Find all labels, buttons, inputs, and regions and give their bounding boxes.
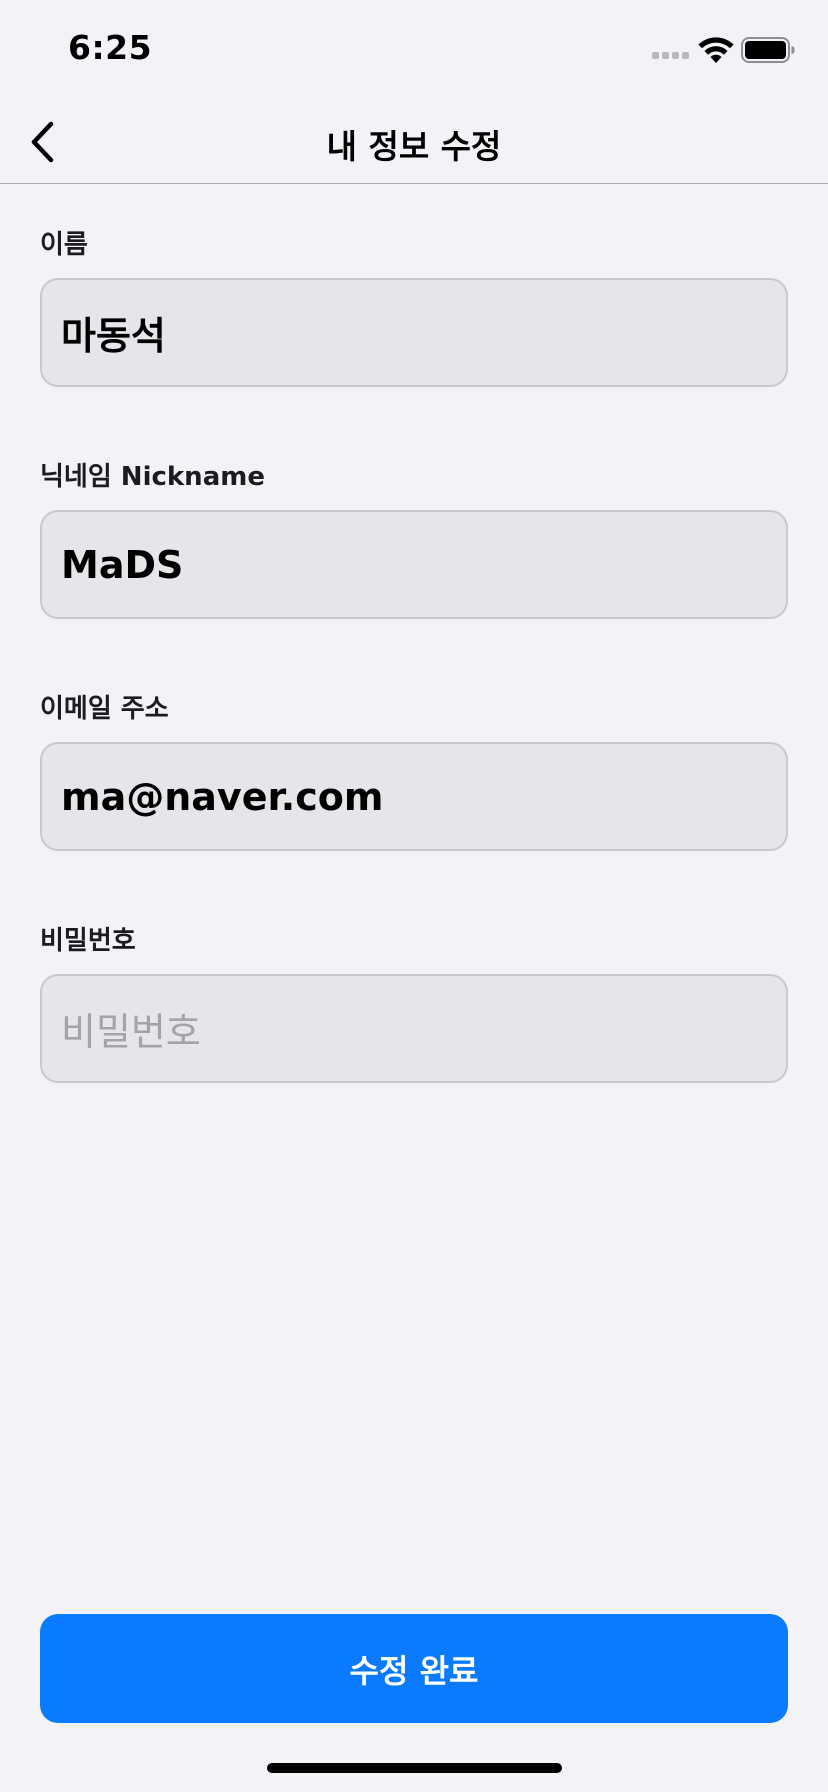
navigation-bar: 내 정보 수정 — [0, 100, 828, 184]
password-field[interactable]: 비밀번호 — [40, 974, 788, 1083]
nickname-field[interactable]: MaDS — [40, 510, 788, 619]
wifi-icon — [698, 37, 734, 63]
battery-icon — [741, 37, 795, 63]
status-bar: 6:25 — [0, 0, 828, 100]
status-time: 6:25 — [68, 28, 153, 67]
email-label: 이메일 주소 — [40, 694, 169, 724]
submit-button[interactable]: 수정 완료 — [40, 1614, 788, 1723]
signal-icon — [652, 52, 689, 59]
name-field[interactable]: 마동석 — [40, 278, 788, 387]
nickname-label: 닉네임 Nickname — [40, 462, 265, 492]
home-indicator — [267, 1763, 562, 1773]
name-label: 이름 — [40, 230, 88, 260]
page-title: 내 정보 수정 — [326, 127, 502, 166]
password-label: 비밀번호 — [40, 926, 136, 956]
email-field[interactable]: ma@naver.com — [40, 742, 788, 851]
